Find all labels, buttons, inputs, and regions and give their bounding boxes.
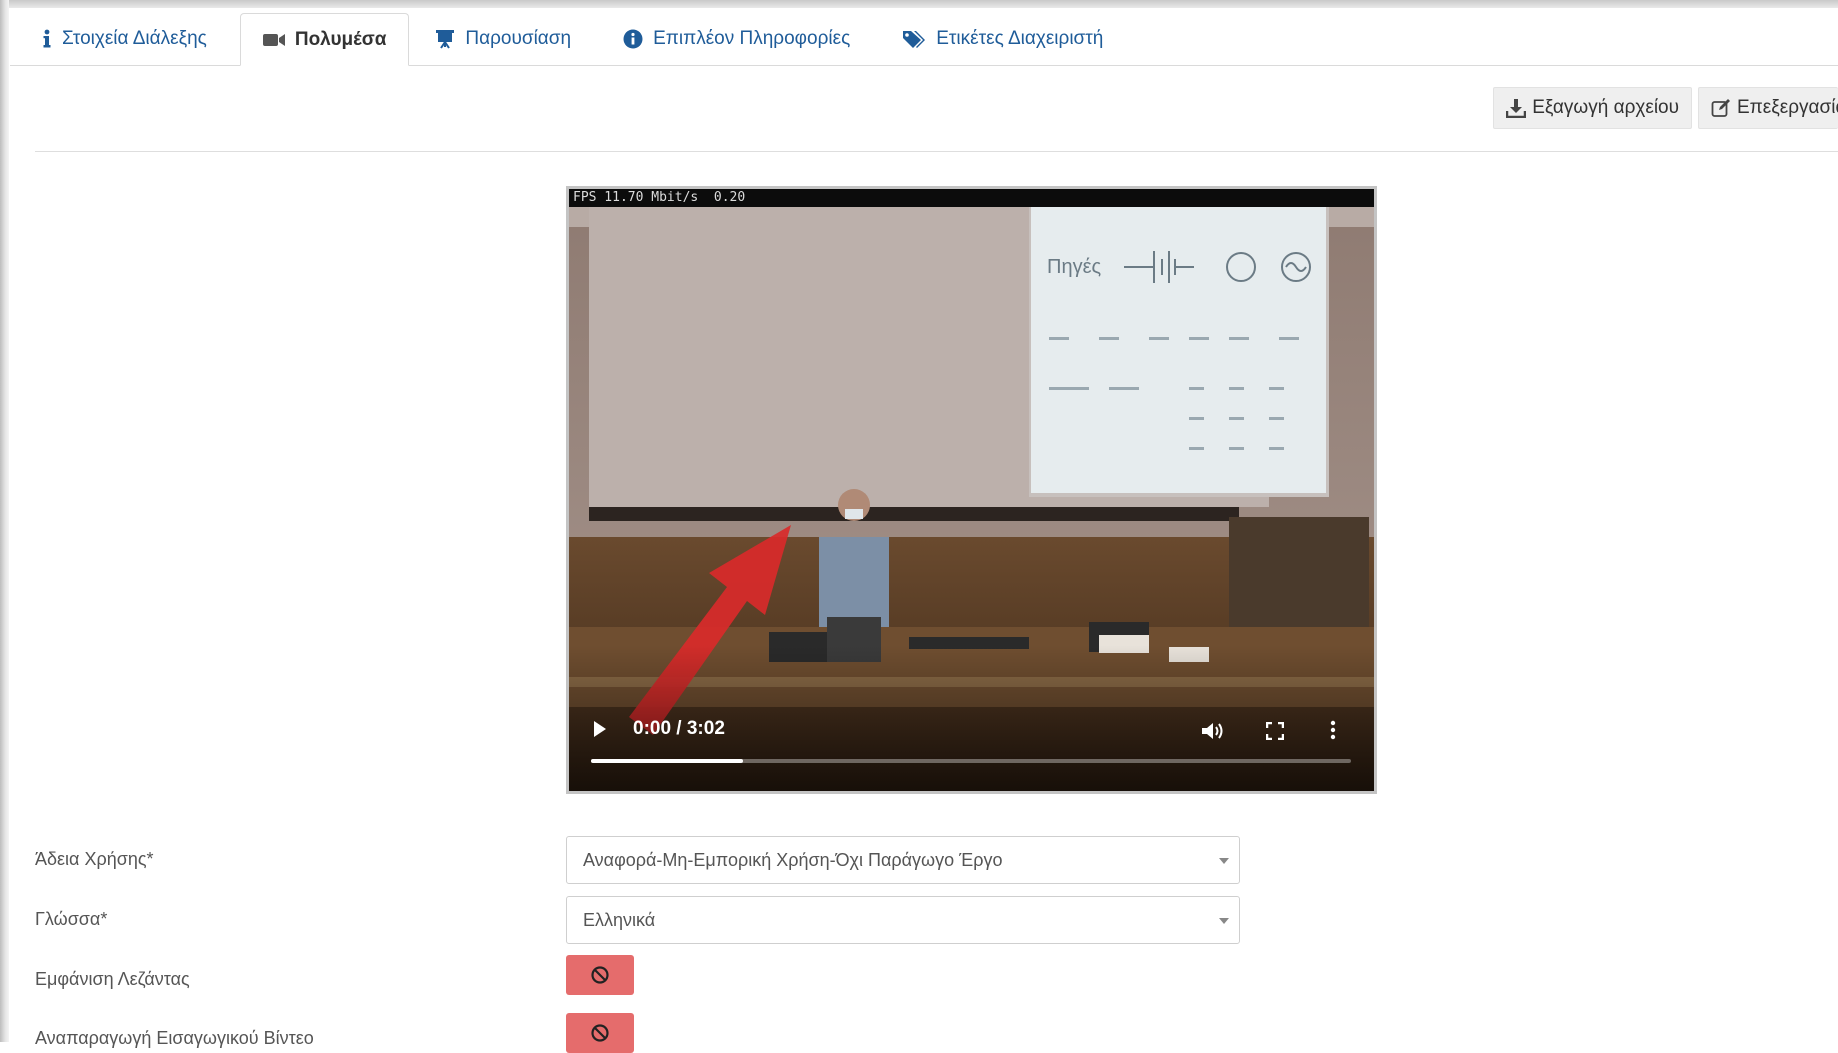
intro-video-label: Αναπαραγωγή Εισαγωγικού Βίντεο: [35, 1028, 314, 1048]
language-label: Γλώσσα*: [35, 909, 108, 929]
section-divider: [35, 151, 1838, 152]
video-stats-text: FPS 11.70 Mbit/s 0.20: [573, 190, 746, 205]
fullscreen-icon[interactable]: [1265, 721, 1285, 745]
tab-label: Ετικέτες Διαχειριστή: [936, 28, 1104, 49]
chevron-down-icon: [1219, 858, 1229, 864]
tab-media[interactable]: Πολυμέσα: [239, 13, 410, 66]
video-time: 0:00 / 3:02: [633, 718, 725, 739]
tags-icon: [902, 29, 926, 49]
video-frame: Πηγές: [569, 207, 1374, 791]
language-value: Ελληνικά: [583, 909, 656, 930]
captions-toggle[interactable]: [566, 955, 634, 995]
chevron-down-icon: [1219, 918, 1229, 924]
language-select[interactable]: Ελληνικά: [566, 896, 1240, 944]
tab-presentation[interactable]: Παρουσίαση: [409, 13, 597, 65]
ban-icon: [591, 966, 609, 984]
info-circle-icon: [623, 29, 643, 49]
video-progress-bar[interactable]: [591, 759, 1351, 763]
tab-label: Επιπλέον Πληροφορίες: [653, 28, 851, 49]
volume-icon[interactable]: [1201, 721, 1225, 746]
more-options-icon[interactable]: [1330, 720, 1336, 745]
window-left-edge: [0, 0, 9, 1042]
window-top-edge: [0, 0, 1838, 8]
edit-icon: [1711, 98, 1731, 118]
tab-lecture-details[interactable]: Στοιχεία Διάλεξης: [10, 13, 240, 65]
tab-label: Πολυμέσα: [294, 28, 387, 50]
video-camera-icon: [262, 33, 285, 47]
tab-bar: Στοιχεία Διάλεξης Πολυμέσα Παρουσίαση Επ…: [10, 13, 1838, 66]
tab-more-info[interactable]: Επιπλέον Πληροφορίες: [597, 13, 876, 65]
tab-admin-tags[interactable]: Ετικέτες Διαχειριστή: [876, 13, 1129, 65]
export-file-label: Εξαγωγή αρχείου: [1532, 97, 1679, 118]
license-select[interactable]: Αναφορά-Μη-Εμπορική Χρήση-Όχι Παράγωγο Έ…: [566, 836, 1240, 884]
tab-label: Στοιχεία Διάλεξης: [62, 28, 207, 49]
captions-label: Εμφάνιση Λεζάντας: [35, 969, 190, 989]
intro-video-toggle[interactable]: [566, 1013, 634, 1053]
export-file-button[interactable]: Εξαγωγή αρχείου: [1493, 87, 1692, 129]
edit-label: Επεξεργασία: [1737, 97, 1838, 118]
video-progress-fill: [591, 759, 743, 763]
video-stats-bar: FPS 11.70 Mbit/s 0.20: [569, 189, 1374, 207]
license-value: Αναφορά-Μη-Εμπορική Χρήση-Όχι Παράγωγο Έ…: [583, 849, 1003, 870]
toolbar: Εξαγωγή αρχείου Επεξεργασία: [1493, 87, 1838, 129]
presentation-board-icon: [435, 29, 455, 49]
edit-button[interactable]: Επεξεργασία: [1698, 87, 1838, 129]
download-icon: [1506, 98, 1527, 118]
license-label: Άδεια Χρήσης*: [35, 849, 154, 869]
play-icon[interactable]: [593, 720, 607, 743]
video-player[interactable]: FPS 11.70 Mbit/s 0.20 Πηγές: [566, 186, 1377, 794]
ban-icon: [591, 1024, 609, 1042]
tab-label: Παρουσίαση: [465, 28, 572, 49]
info-icon: [42, 29, 52, 49]
